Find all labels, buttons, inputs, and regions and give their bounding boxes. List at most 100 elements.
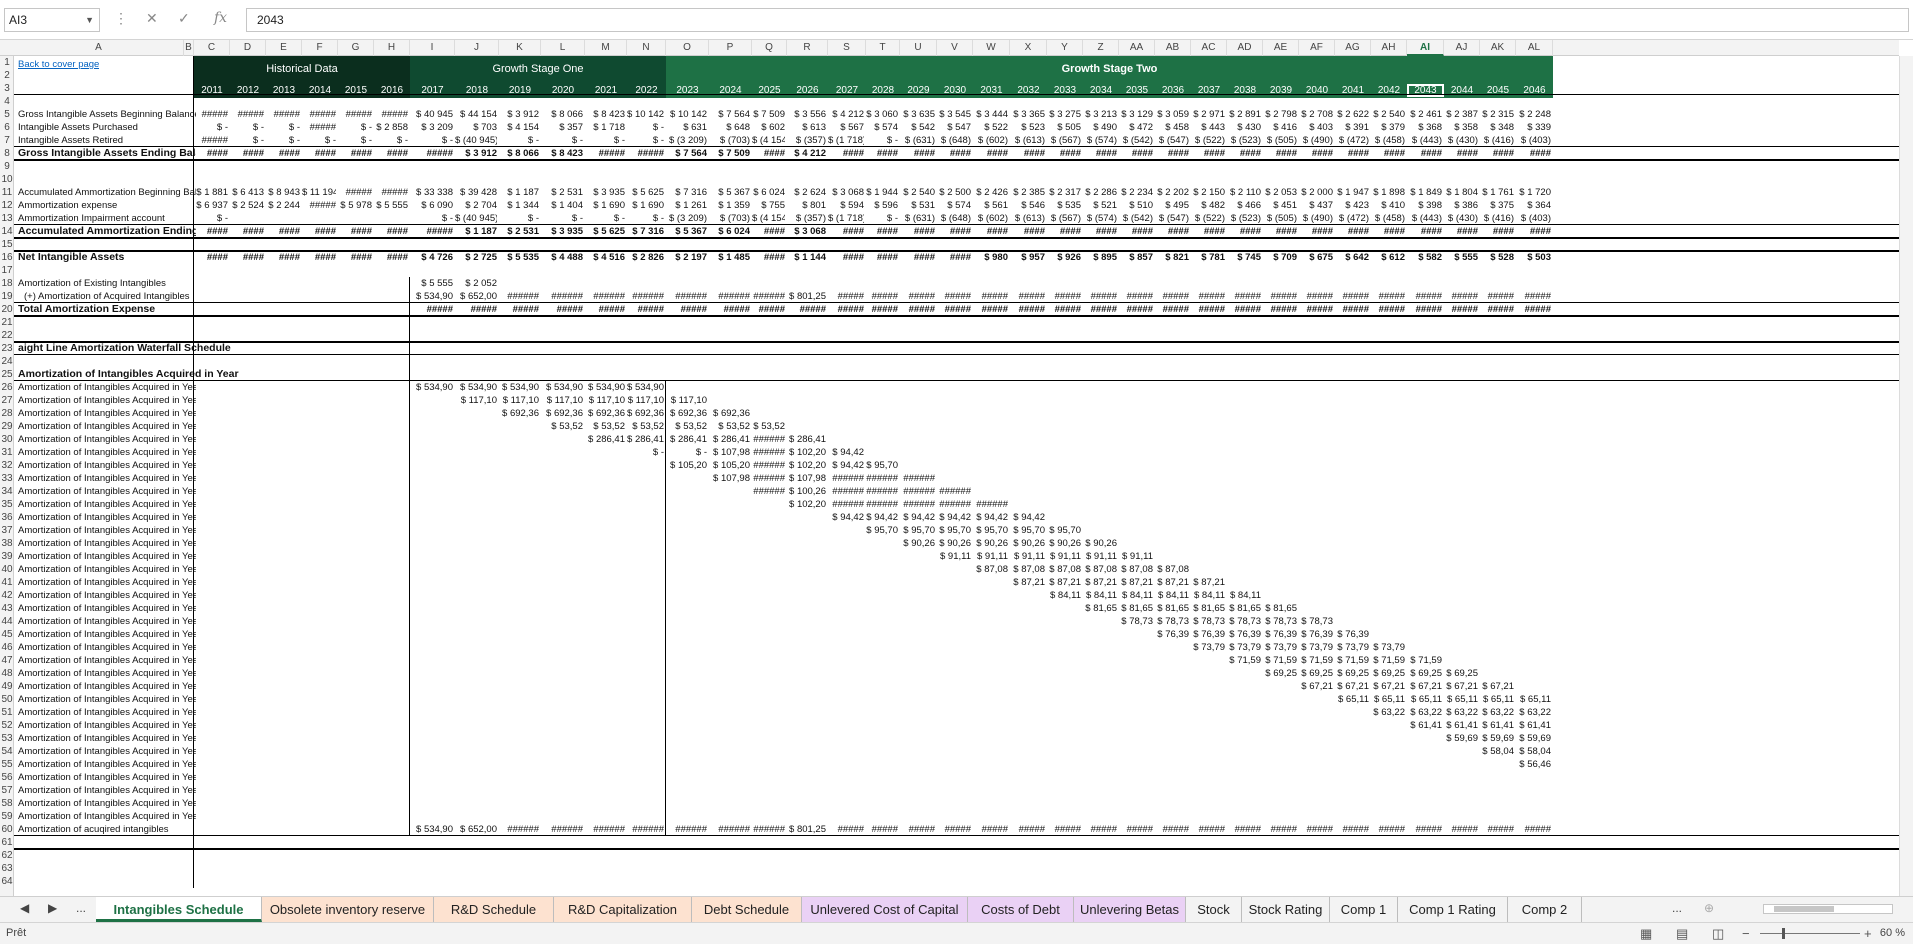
row-header[interactable]: 44 <box>0 615 14 628</box>
table-cell[interactable]: $ 10 142 <box>666 108 707 121</box>
waterfall-cell[interactable]: $ 78,73 <box>1299 615 1333 628</box>
waterfall-cell[interactable]: $ 91,11 <box>973 550 1008 563</box>
waterfall-cell[interactable]: $ 71,59 <box>1371 654 1405 667</box>
table-cell[interactable]: $ 1 947 <box>1335 186 1369 199</box>
waterfall-cell[interactable]: ###### <box>752 485 785 498</box>
table-cell[interactable]: $ 3 545 <box>937 108 971 121</box>
table-cell[interactable]: $ 348 <box>1480 121 1514 134</box>
table-cell[interactable]: $ 357 <box>541 121 583 134</box>
table-cell[interactable]: #### <box>374 251 408 264</box>
waterfall-cell[interactable]: $ 76,39 <box>1191 628 1225 641</box>
waterfall-cell[interactable]: $ 87,08 <box>1047 563 1081 576</box>
table-cell[interactable]: ##### <box>302 199 336 212</box>
column-header-W[interactable]: W <box>973 40 1010 56</box>
waterfall-cell[interactable]: $ 95,70 <box>866 524 898 537</box>
column-header-J[interactable]: J <box>455 40 499 56</box>
waterfall-cell[interactable]: $ 53,52 <box>585 420 625 433</box>
row-header[interactable]: 40 <box>0 563 14 576</box>
waterfall-cell[interactable]: $ 58,04 <box>1480 745 1514 758</box>
table-cell[interactable]: $ 490 <box>1083 121 1117 134</box>
table-cell[interactable]: $ 510 <box>1119 199 1153 212</box>
row-header[interactable]: 50 <box>0 693 14 706</box>
year-header[interactable]: 2034 <box>1083 84 1119 97</box>
row-header[interactable]: 36 <box>0 511 14 524</box>
table-cell[interactable]: $ 648 <box>709 121 750 134</box>
waterfall-cell[interactable]: $ 91,11 <box>1083 550 1117 563</box>
year-header[interactable]: 2035 <box>1119 84 1155 97</box>
waterfall-cell[interactable]: $ 105,20 <box>709 459 750 472</box>
row-header[interactable]: 11 <box>0 186 14 199</box>
table-cell[interactable]: $ 745 <box>1227 251 1261 264</box>
table-cell[interactable]: $ - <box>266 121 300 134</box>
column-header-AE[interactable]: AE <box>1263 40 1299 56</box>
waterfall-cell[interactable]: $ 94,42 <box>1010 511 1045 524</box>
waterfall-cell[interactable]: $ 56,46 <box>1516 758 1551 771</box>
table-cell[interactable]: ##### <box>374 108 408 121</box>
waterfall-cell[interactable]: $ 87,21 <box>1010 576 1045 589</box>
column-header-AF[interactable]: AF <box>1299 40 1335 56</box>
waterfall-cell[interactable]: $ 63,22 <box>1516 706 1551 719</box>
waterfall-cell[interactable]: $ 692,36 <box>627 407 664 420</box>
year-header[interactable]: 2013 <box>266 84 302 97</box>
column-header-T[interactable]: T <box>866 40 900 56</box>
row-header[interactable]: 59 <box>0 810 14 823</box>
table-cell[interactable]: $ 1 404 <box>541 199 583 212</box>
row-header[interactable]: 18 <box>0 277 14 290</box>
table-cell[interactable]: $ 2 540 <box>900 186 935 199</box>
waterfall-cell[interactable]: $ 61,41 <box>1480 719 1514 732</box>
horizontal-scrollbar[interactable] <box>1763 904 1893 914</box>
waterfall-cell[interactable]: $ 67,21 <box>1407 680 1442 693</box>
table-cell[interactable]: $ 3 365 <box>1010 108 1045 121</box>
row-header[interactable]: 33 <box>0 472 14 485</box>
waterfall-cell[interactable]: $ 692,36 <box>541 407 583 420</box>
table-cell[interactable]: $ 2 248 <box>1516 108 1551 121</box>
row-header[interactable]: 47 <box>0 654 14 667</box>
table-cell[interactable]: $ 703 <box>455 121 497 134</box>
waterfall-cell[interactable]: $ 71,59 <box>1335 654 1369 667</box>
waterfall-cell[interactable]: $ 67,21 <box>1444 680 1478 693</box>
waterfall-cell[interactable]: $ 71,59 <box>1263 654 1297 667</box>
table-cell[interactable]: $ 451 <box>1263 199 1297 212</box>
table-cell[interactable]: $ 6 937 <box>194 199 228 212</box>
zoom-in-icon[interactable]: + <box>1864 926 1872 941</box>
table-cell[interactable]: $ 531 <box>900 199 935 212</box>
waterfall-cell[interactable]: $ 63,22 <box>1444 706 1478 719</box>
year-header[interactable]: 2025 <box>752 84 787 97</box>
table-cell[interactable]: $ 522 <box>973 121 1008 134</box>
waterfall-cell[interactable]: $ 69,25 <box>1407 667 1442 680</box>
waterfall-cell[interactable]: $ 65,11 <box>1407 693 1442 706</box>
row-header[interactable]: 26 <box>0 381 14 394</box>
row-header[interactable]: 56 <box>0 771 14 784</box>
zoom-slider-knob[interactable] <box>1782 928 1785 939</box>
row-header[interactable]: 61 <box>0 836 14 849</box>
waterfall-cell[interactable]: $ 58,04 <box>1516 745 1551 758</box>
waterfall-cell[interactable]: $ 67,21 <box>1299 680 1333 693</box>
table-cell[interactable]: $ 2 052 <box>455 277 497 290</box>
table-cell[interactable]: $ 398 <box>1407 199 1442 212</box>
table-cell[interactable]: $ 33 338 <box>410 186 453 199</box>
waterfall-cell[interactable]: $ 87,21 <box>1083 576 1117 589</box>
column-header-G[interactable]: G <box>338 40 374 56</box>
waterfall-cell[interactable]: $ 107,98 <box>709 472 750 485</box>
zoom-level[interactable]: 60 % <box>1880 927 1905 939</box>
table-cell[interactable]: #### <box>302 251 336 264</box>
waterfall-cell[interactable]: $ 76,39 <box>1299 628 1333 641</box>
table-cell[interactable]: $ 39 428 <box>455 186 497 199</box>
column-header-AK[interactable]: AK <box>1480 40 1516 56</box>
waterfall-cell[interactable]: $ 63,22 <box>1407 706 1442 719</box>
waterfall-cell[interactable]: $ 73,79 <box>1335 641 1369 654</box>
table-cell[interactable]: $ 1 944 <box>866 186 898 199</box>
enter-icon[interactable]: ✓ <box>178 10 190 27</box>
table-cell[interactable]: $ 2 000 <box>1299 186 1333 199</box>
waterfall-cell[interactable]: $ 67,21 <box>1480 680 1514 693</box>
table-cell[interactable]: $ 801 <box>787 199 826 212</box>
table-cell[interactable]: ##### <box>302 108 336 121</box>
table-cell[interactable]: $ 821 <box>1155 251 1189 264</box>
table-cell[interactable]: $ 2 053 <box>1263 186 1297 199</box>
waterfall-cell[interactable]: $ 63,22 <box>1371 706 1405 719</box>
waterfall-cell[interactable]: $ 102,20 <box>787 446 826 459</box>
table-cell[interactable]: $ 339 <box>1516 121 1551 134</box>
waterfall-cell[interactable]: $ 53,52 <box>627 420 664 433</box>
table-cell[interactable]: #### <box>900 251 935 264</box>
table-cell[interactable]: $ 547 <box>937 121 971 134</box>
